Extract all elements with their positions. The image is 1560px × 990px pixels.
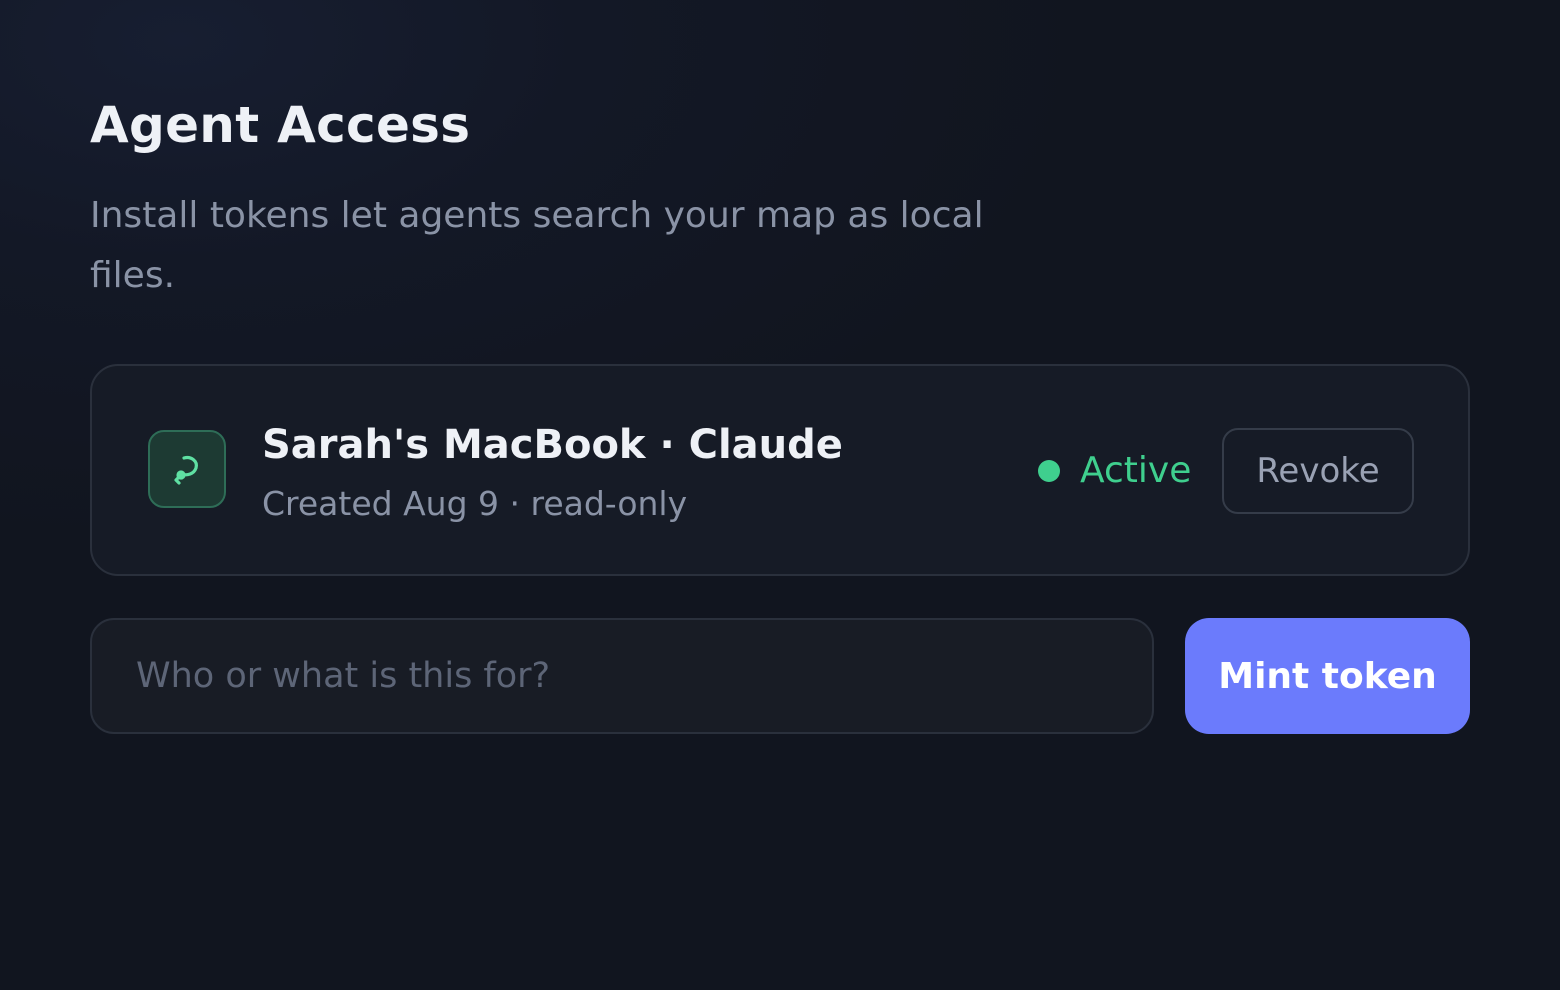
key-icon	[148, 430, 226, 508]
token-meta: Created Aug 9 · read-only	[262, 484, 688, 523]
status-badge: Active	[1038, 450, 1191, 491]
status-label: Active	[1080, 450, 1192, 491]
token-purpose-input[interactable]	[90, 618, 1154, 734]
mint-token-button[interactable]: Mint token	[1185, 618, 1470, 734]
revoke-button[interactable]: Revoke	[1222, 428, 1414, 514]
page-title: Agent Access	[90, 96, 471, 154]
token-card: Sarah's MacBook · Claude Created Aug 9 ·…	[90, 364, 1470, 576]
token-name: Sarah's MacBook · Claude	[262, 422, 843, 468]
status-dot-icon	[1038, 459, 1060, 482]
page-subtitle: Install tokens let agents search your ma…	[90, 195, 984, 296]
